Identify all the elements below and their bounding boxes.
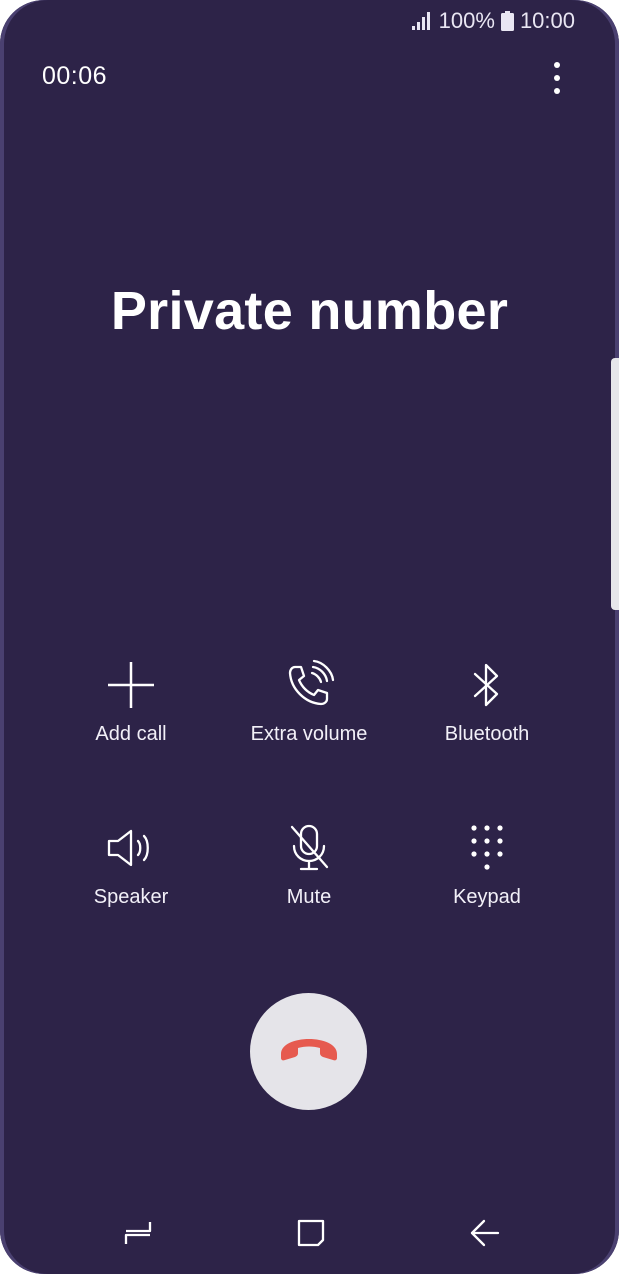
battery-icon — [500, 11, 514, 31]
call-timer: 00:06 — [42, 62, 108, 90]
clock: 10:00 — [519, 8, 575, 33]
add-call-button[interactable]: Add call — [42, 655, 220, 818]
bluetooth-icon — [459, 655, 515, 715]
bluetooth-button[interactable]: Bluetooth — [398, 655, 576, 818]
bluetooth-label: Bluetooth — [444, 723, 530, 745]
home-icon[interactable] — [286, 1208, 336, 1258]
edge-panel-handle[interactable] — [611, 358, 619, 610]
extra-volume-button[interactable]: Extra volume — [220, 655, 398, 818]
speaker-label: Speaker — [93, 886, 169, 908]
back-icon[interactable] — [460, 1208, 510, 1258]
navigation-bar — [0, 1208, 619, 1258]
call-screen: 100% 10:00 00:06 Private number Add call — [0, 0, 619, 1274]
battery-level: 100% — [438, 8, 495, 33]
mute-label: Mute — [286, 886, 332, 908]
dialpad-icon — [459, 818, 515, 878]
status-bar: 100% 10:00 — [411, 8, 575, 34]
mute-button[interactable]: Mute — [220, 818, 398, 928]
mic-off-icon — [281, 818, 337, 878]
caller-name: Private number — [110, 281, 509, 341]
phone-volume-icon — [281, 655, 337, 715]
more-vert-icon[interactable] — [545, 62, 569, 94]
add-call-label: Add call — [95, 723, 167, 745]
extra-volume-label: Extra volume — [250, 723, 368, 745]
plus-icon — [103, 655, 159, 715]
recent-apps-icon[interactable] — [113, 1208, 163, 1258]
signal-icon — [411, 11, 433, 31]
keypad-button[interactable]: Keypad — [398, 818, 576, 928]
call-controls: Add call Extra volume Bluetooth Speaker … — [42, 655, 576, 928]
keypad-label: Keypad — [453, 886, 521, 908]
end-call-button[interactable] — [250, 993, 367, 1110]
speaker-button[interactable]: Speaker — [42, 818, 220, 928]
speaker-icon — [103, 818, 159, 878]
end-call-icon — [277, 1035, 341, 1068]
